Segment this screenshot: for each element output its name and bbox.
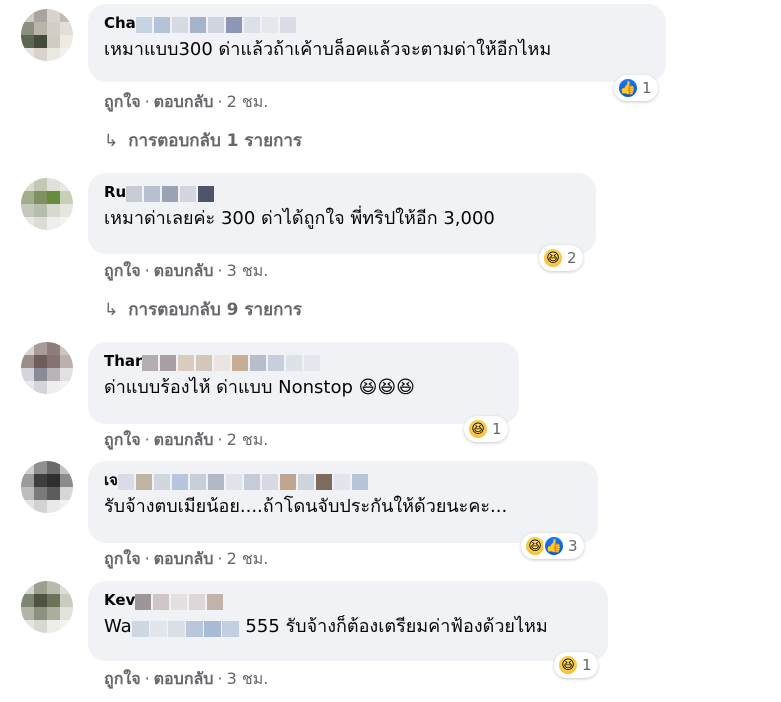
comment-text: ด่าแบบร้องไห้ ด่าแบบ Nonstop 😆😆😆	[104, 377, 415, 398]
reply-link[interactable]: ตอบกลับ	[154, 669, 214, 688]
reaction-summary[interactable]: 😆 👍 3	[521, 533, 584, 559]
reaction-summary[interactable]: 😆 1	[554, 652, 598, 678]
author-name[interactable]: เจ	[104, 470, 584, 490]
redacted-name	[135, 592, 225, 610]
author-name-text: Thar	[104, 352, 143, 370]
separator: ·	[217, 92, 223, 111]
redacted-name	[142, 353, 322, 371]
comment-actions: ถูกใจ · ตอบกลับ · 3 ชม.	[104, 260, 268, 282]
reaction-count: 1	[582, 656, 592, 674]
author-name[interactable]: Cha	[104, 13, 652, 33]
avatar[interactable]	[21, 178, 73, 230]
timestamp[interactable]: 2 ชม.	[227, 92, 269, 111]
author-name-text: Cha	[104, 14, 136, 32]
separator: ·	[217, 261, 223, 280]
comment-bubble: Ru เหมาด่าเลยค่ะ 300 ด่าได้ถูกใจ พี่ทริป…	[88, 173, 596, 254]
avatar[interactable]	[21, 342, 73, 394]
timestamp[interactable]: 2 ชม.	[227, 430, 269, 449]
replies-label: การตอบกลับ 9 รายการ	[128, 300, 303, 320]
replies-label: การตอบกลับ 1 รายการ	[128, 131, 303, 151]
like-link[interactable]: ถูกใจ	[104, 92, 141, 111]
like-link[interactable]: ถูกใจ	[104, 669, 141, 688]
avatar[interactable]	[21, 581, 73, 633]
separator: ·	[144, 261, 150, 280]
author-name-text: Ru	[104, 183, 127, 201]
reply-link[interactable]: ตอบกลับ	[154, 92, 214, 111]
timestamp[interactable]: 3 ชม.	[227, 669, 269, 688]
avatar[interactable]	[21, 461, 73, 513]
redacted-text	[131, 619, 240, 637]
laughing-face-icon: 😆	[542, 247, 564, 269]
comment-text: เหมาแบบ300 ด่าแล้วถ้าเค้าบล็อคแล้วจะตามด…	[104, 39, 552, 60]
separator: ·	[217, 669, 223, 688]
reaction-summary[interactable]: 😆 1	[464, 416, 508, 442]
like-link[interactable]: ถูกใจ	[104, 430, 141, 449]
comment-bubble: Cha เหมาแบบ300 ด่าแล้วถ้าเค้าบล็อคแล้วจะ…	[88, 4, 666, 82]
reaction-count: 3	[568, 537, 578, 555]
laughing-face-icon: 😆	[467, 418, 489, 440]
avatar[interactable]	[21, 9, 73, 61]
author-name-text: Kev	[104, 591, 136, 609]
reply-link[interactable]: ตอบกลับ	[154, 261, 214, 280]
reply-arrow-icon: ↳	[104, 131, 119, 151]
view-replies-link[interactable]: ↳ การตอบกลับ 9 รายการ	[104, 298, 302, 322]
author-name[interactable]: Ru	[104, 182, 582, 202]
comment-actions: ถูกใจ · ตอบกลับ · 3 ชม.	[104, 668, 268, 690]
separator: ·	[217, 549, 223, 568]
comment-text: Wa 555 รับจ้างก็ต้องเตรียมค่าฟ้องด้วยไหม	[104, 614, 594, 640]
redacted-name	[126, 184, 216, 202]
author-name-text: เจ	[104, 471, 118, 489]
reaction-count: 2	[567, 249, 577, 267]
comment-text: รับจ้างตบเมียน้อย....ถ้าโดนจับประกันให้ด…	[104, 496, 508, 517]
like-link[interactable]: ถูกใจ	[104, 549, 141, 568]
reaction-count: 1	[642, 79, 652, 97]
reaction-summary[interactable]: 👍 1	[614, 75, 658, 101]
like-link[interactable]: ถูกใจ	[104, 261, 141, 280]
comment-bubble: Kev Wa 555 รับจ้างก็ต้องเตรียมค่าฟ้องด้ว…	[88, 581, 608, 661]
reaction-count: 1	[492, 420, 502, 438]
separator: ·	[144, 669, 150, 688]
reaction-summary[interactable]: 😆 2	[539, 245, 583, 271]
separator: ·	[217, 430, 223, 449]
timestamp[interactable]: 3 ชม.	[227, 261, 269, 280]
comment-bubble: Thar ด่าแบบร้องไห้ ด่าแบบ Nonstop 😆😆😆	[88, 342, 519, 424]
separator: ·	[144, 92, 150, 111]
redacted-name	[135, 15, 298, 33]
separator: ·	[144, 430, 150, 449]
reply-arrow-icon: ↳	[104, 300, 119, 320]
thumbs-up-icon: 👍	[617, 77, 639, 99]
comment-text-prefix: Wa	[104, 616, 132, 637]
comment-text: เหมาด่าเลยค่ะ 300 ด่าได้ถูกใจ พี่ทริปให้…	[104, 208, 495, 229]
separator: ·	[144, 549, 150, 568]
comment-text-body: 555 รับจ้างก็ต้องเตรียมค่าฟ้องด้วยไหม	[245, 616, 548, 637]
thumbs-up-icon: 👍	[543, 535, 565, 557]
comment-actions: ถูกใจ · ตอบกลับ · 2 ชม.	[104, 429, 268, 451]
author-name[interactable]: Kev	[104, 590, 594, 610]
reply-link[interactable]: ตอบกลับ	[154, 549, 214, 568]
timestamp[interactable]: 2 ชม.	[227, 549, 269, 568]
laughing-face-icon: 😆	[557, 654, 579, 676]
view-replies-link[interactable]: ↳ การตอบกลับ 1 รายการ	[104, 129, 302, 153]
redacted-name	[117, 472, 370, 490]
comment-actions: ถูกใจ · ตอบกลับ · 2 ชม.	[104, 91, 268, 113]
author-name[interactable]: Thar	[104, 351, 505, 371]
comment-actions: ถูกใจ · ตอบกลับ · 2 ชม.	[104, 548, 268, 570]
comment-bubble: เจ รับจ้างตบเมียน้อย....ถ้าโดนจับประกันใ…	[88, 461, 598, 543]
reply-link[interactable]: ตอบกลับ	[154, 430, 214, 449]
